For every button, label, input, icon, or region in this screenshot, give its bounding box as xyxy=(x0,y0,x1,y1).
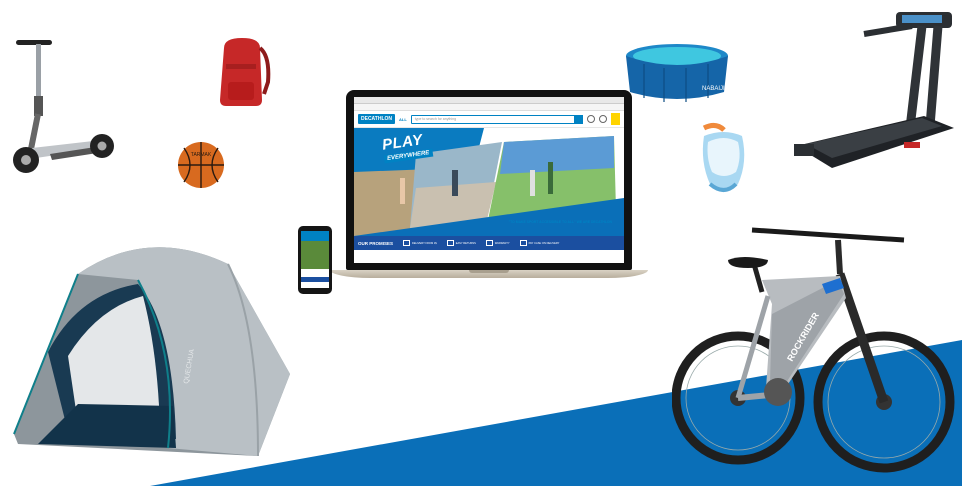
smartphone xyxy=(298,226,332,294)
shield-icon xyxy=(485,240,493,246)
cart-icon[interactable] xyxy=(611,113,620,125)
truck-icon xyxy=(403,240,411,246)
mountain-bike: ROCKRIDER xyxy=(672,227,955,473)
basketball: TARMAK xyxy=(178,142,224,188)
os-menu-bar xyxy=(354,97,624,104)
pool-brand-text: NABAIJI xyxy=(702,86,725,92)
search-icon[interactable] xyxy=(574,114,583,124)
dome-tent: QUECHUA xyxy=(13,247,290,457)
red-backpack xyxy=(220,38,271,106)
promises-title: OUR PROMISES xyxy=(358,240,394,246)
promise-item[interactable]: DELIVERY FROM 1$ xyxy=(403,240,437,246)
browser-url-bar[interactable] xyxy=(354,104,624,111)
hero-banner[interactable]: PLAY EVERYWHERE "TO MAKE SPORT ACCESSIBL… xyxy=(354,128,624,250)
store-icon[interactable] xyxy=(599,115,607,123)
laptop-notch xyxy=(469,270,509,273)
phone-hero-image xyxy=(301,241,329,269)
promise-item[interactable]: PAY CASH ON DELIVERY xyxy=(519,240,559,246)
user-icon[interactable] xyxy=(587,115,595,123)
all-menu-button[interactable]: ALL xyxy=(399,117,407,122)
laptop-bezel: DECATHLON ALL type to search for anythin… xyxy=(346,90,632,270)
search-input[interactable]: type to search for anything xyxy=(410,114,583,124)
promise-item[interactable]: EASY RETURNS xyxy=(446,240,476,246)
return-icon xyxy=(446,240,454,246)
laptop-screen: DECATHLON ALL type to search for anythin… xyxy=(354,97,624,263)
site-logo[interactable]: DECATHLON xyxy=(358,114,396,124)
promises-bar: OUR PROMISES DELIVERY FROM 1$ EASY RETUR… xyxy=(354,236,624,250)
cash-icon xyxy=(519,240,527,246)
kick-scooter xyxy=(13,40,114,173)
snorkel-mask xyxy=(702,122,745,192)
ball-brand-text: TARMAK xyxy=(191,152,212,158)
hero-tagline: "TO MAKE SPORT ACCESSIBLE TO ALL" WE ARE… xyxy=(508,220,612,224)
treadmill xyxy=(794,12,954,168)
laptop: DECATHLON ALL type to search for anythin… xyxy=(330,90,648,290)
phone-screen xyxy=(301,231,329,288)
search-placeholder: type to search for anything xyxy=(414,117,457,121)
site-header: DECATHLON ALL type to search for anythin… xyxy=(354,111,624,128)
phone-header xyxy=(301,231,329,241)
phone-promises-bar xyxy=(301,277,329,282)
promise-item[interactable]: WARRANTY xyxy=(485,240,510,246)
